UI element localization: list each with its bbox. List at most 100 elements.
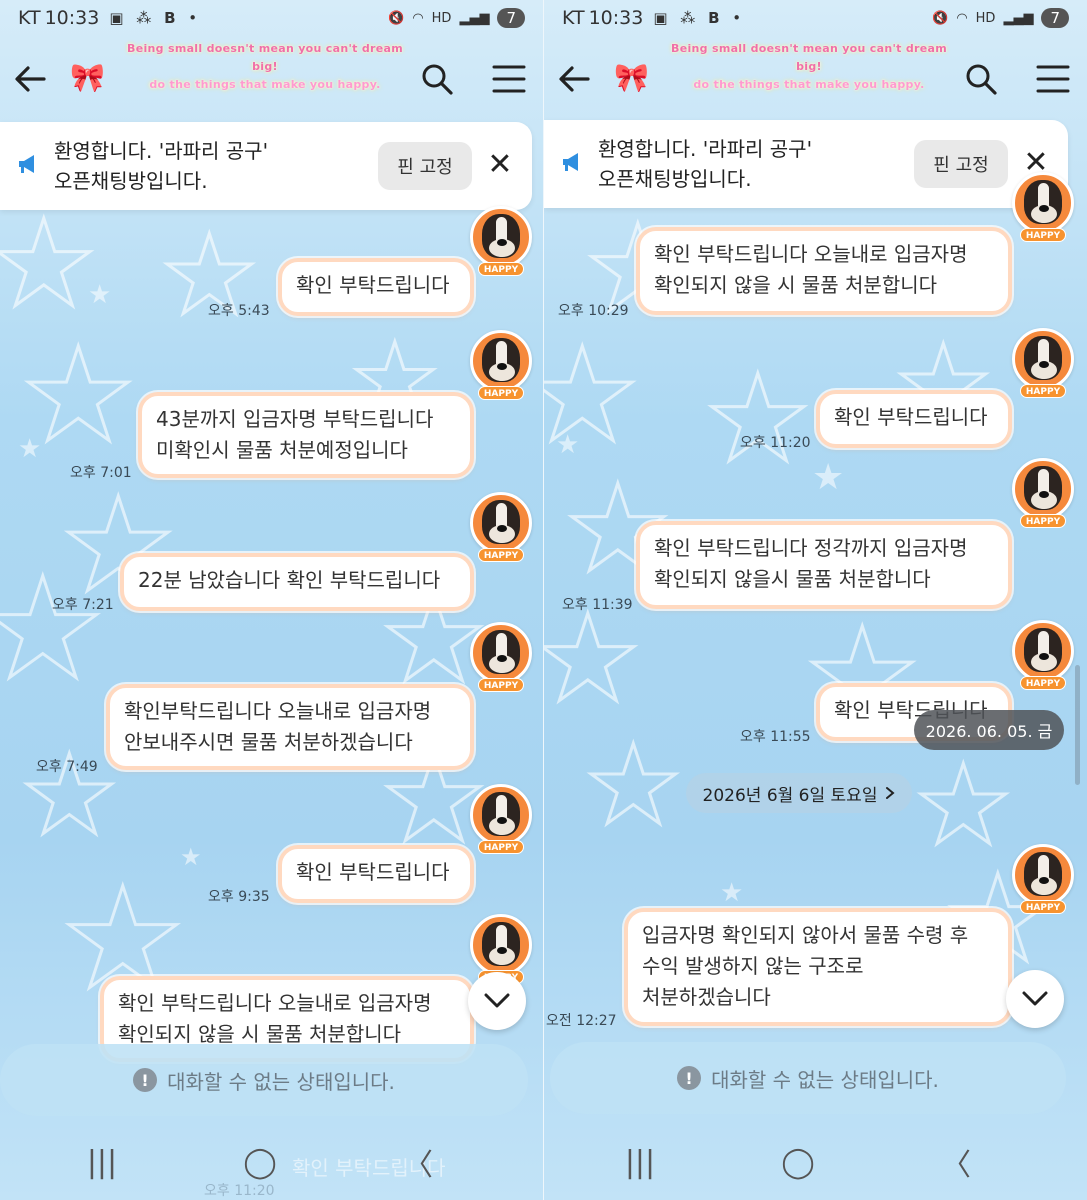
message-bubble[interactable]: 확인부탁드립니다 오늘내로 입금자명 안보내주시면 물품 처분하겠습니다 bbox=[106, 684, 474, 770]
background-star: ★ bbox=[0, 548, 107, 711]
notice-text: 환영합니다. '라파리 공구' 오픈채팅방입니다. bbox=[598, 134, 812, 194]
date-divider-text: 2026년 6월 6일 토요일 bbox=[702, 785, 878, 806]
message-line: 확인되지 않을 시 물품 처분합니다 bbox=[654, 273, 938, 297]
search-icon[interactable] bbox=[419, 61, 455, 97]
message-bubble[interactable]: 확인 부탁드립니다 bbox=[816, 390, 1012, 448]
message-bubble[interactable]: 확인 부탁드립니다 bbox=[278, 258, 474, 316]
home-button[interactable]: ◯ bbox=[238, 1142, 282, 1182]
carrier: KT bbox=[18, 7, 41, 29]
avatar-nose bbox=[497, 363, 507, 370]
scroll-to-bottom-button[interactable] bbox=[468, 972, 526, 1030]
status-bar: KT 10:33 ▣ ⁂ B • 🔇 ◠ HD ▂▄▆ 7 bbox=[18, 4, 525, 32]
pin-button[interactable]: 핀 고정 bbox=[378, 142, 472, 190]
battery-indicator: 7 bbox=[1041, 8, 1069, 28]
background-star: ★ bbox=[544, 319, 642, 471]
background-star: ★ bbox=[0, 195, 99, 334]
notice-line1: 환영합니다. '라파리 공구' bbox=[598, 137, 813, 161]
scroll-to-bottom-button[interactable] bbox=[1006, 970, 1064, 1028]
home-button[interactable]: ◯ bbox=[776, 1142, 820, 1182]
status-bar: KT 10:33 ▣ ⁂ B • 🔇 ◠ HD ▂▄▆ 7 bbox=[562, 4, 1069, 32]
bow-icon: 🎀 bbox=[614, 61, 649, 94]
recent-apps-button[interactable]: ||| bbox=[618, 1142, 662, 1182]
message-line: 확인 부탁드립니다 오늘내로 입금자명 bbox=[118, 991, 432, 1015]
carrier: KT bbox=[562, 7, 585, 29]
sender-avatar[interactable] bbox=[470, 492, 532, 554]
notification-icons: ▣ ⁂ B • bbox=[109, 9, 202, 27]
avatar-nose bbox=[497, 947, 507, 954]
sender-avatar[interactable] bbox=[470, 622, 532, 684]
background-star: ★ bbox=[88, 280, 112, 310]
back-arrow-icon[interactable] bbox=[10, 59, 50, 99]
message-bubble[interactable]: 22분 남았습니다 확인 부탁드립니다 bbox=[120, 553, 474, 611]
recent-apps-button[interactable]: ||| bbox=[80, 1142, 124, 1182]
chevron-down-icon bbox=[1022, 991, 1048, 1006]
notice-banner: 환영합니다. '라파리 공구' 오픈채팅방입니다. 핀 고정 ✕ bbox=[544, 120, 1068, 208]
top-bar: 🎀 bbox=[552, 55, 1075, 101]
avatar-tag: HAPPY bbox=[1020, 384, 1066, 398]
message-line: 22분 남았습니다 확인 부탁드립니다 bbox=[138, 568, 441, 592]
menu-icon[interactable] bbox=[1035, 63, 1071, 95]
info-icon: ! bbox=[677, 1066, 702, 1090]
chevron-right-icon bbox=[886, 787, 896, 799]
message-bubble[interactable]: 확인 부탁드립니다 정각까지 입금자명 확인되지 않을시 물품 처분합니다 bbox=[636, 521, 1012, 609]
message-bubble[interactable]: 입금자명 확인되지 않아서 물품 수령 후 수익 발생하지 않는 구조로 처분하겠습… bbox=[624, 908, 1012, 1026]
input-disabled-bar: ! 대화할 수 없는 상태입니다. bbox=[0, 1044, 528, 1116]
message-line: 처분하겠습니다 bbox=[642, 985, 771, 1009]
message-line: 확인 부탁드립니다 bbox=[834, 405, 988, 429]
wifi-icon: ◠ bbox=[412, 10, 424, 26]
avatar-tag: HAPPY bbox=[478, 678, 524, 692]
status-right: 🔇 ◠ HD ▂▄▆ 7 bbox=[932, 8, 1069, 28]
search-icon[interactable] bbox=[963, 61, 999, 97]
avatar-tag: HAPPY bbox=[1020, 900, 1066, 914]
sender-avatar[interactable] bbox=[1012, 844, 1074, 906]
avatar-tag: HAPPY bbox=[478, 548, 524, 562]
date-divider-chip[interactable]: 2026년 6월 6일 토요일 bbox=[686, 773, 912, 813]
avatar-tag: HAPPY bbox=[478, 262, 524, 276]
back-button[interactable]: 〈 bbox=[396, 1142, 440, 1183]
sender-avatar[interactable] bbox=[470, 784, 532, 846]
avatar-nose bbox=[497, 655, 507, 662]
scrollbar-thumb[interactable] bbox=[1075, 665, 1080, 785]
megaphone-icon bbox=[19, 155, 34, 173]
sender-avatar[interactable] bbox=[1012, 458, 1074, 520]
pin-button[interactable]: 핀 고정 bbox=[914, 140, 1008, 188]
close-icon[interactable]: ✕ bbox=[484, 147, 516, 182]
disabled-notice-text: 대화할 수 없는 상태입니다. bbox=[711, 1067, 939, 1092]
sender-avatar[interactable] bbox=[470, 330, 532, 392]
network-badge: HD bbox=[431, 10, 452, 26]
notice-banner: 환영합니다. '라파리 공구' 오픈채팅방입니다. 핀 고정 ✕ bbox=[0, 122, 532, 210]
system-nav-bar: ||| ◯ 〈 bbox=[544, 1120, 1087, 1200]
sender-avatar[interactable] bbox=[1012, 172, 1074, 234]
signal-icon: ▂▄▆ bbox=[1003, 10, 1034, 26]
sender-avatar[interactable] bbox=[470, 206, 532, 268]
notice-line2: 오픈채팅방입니다. bbox=[54, 169, 208, 193]
background-star: ★ bbox=[913, 741, 1015, 869]
message-bubble[interactable]: 확인 부탁드립니다 bbox=[278, 845, 474, 903]
message-line: 수익 발생하지 않는 구조로 bbox=[642, 954, 864, 978]
back-arrow-icon[interactable] bbox=[554, 59, 594, 99]
message-time: 오전 12:27 bbox=[546, 1013, 617, 1029]
message-bubble[interactable]: 43분까지 입금자명 부탁드립니다 미확인시 물품 처분예정입니다 bbox=[138, 392, 474, 478]
clock: 10:33 bbox=[44, 7, 100, 29]
avatar-nose bbox=[497, 239, 507, 246]
message-line: 확인 부탁드립니다 정각까지 입금자명 bbox=[654, 536, 968, 560]
clock: 10:33 bbox=[588, 7, 644, 29]
chevron-down-icon bbox=[484, 993, 510, 1008]
sender-avatar[interactable] bbox=[1012, 620, 1074, 682]
sender-avatar[interactable] bbox=[470, 914, 532, 976]
message-time: 오후 7:49 bbox=[36, 759, 98, 775]
background-star: ★ bbox=[583, 721, 685, 849]
wifi-icon: ◠ bbox=[956, 10, 968, 26]
menu-icon[interactable] bbox=[491, 63, 527, 95]
message-line: 확인 부탁드립니다 오늘내로 입금자명 bbox=[654, 242, 968, 266]
input-disabled-bar: ! 대화할 수 없는 상태입니다. bbox=[550, 1042, 1066, 1114]
disabled-notice-text: 대화할 수 없는 상태입니다. bbox=[167, 1069, 395, 1094]
back-button[interactable]: 〈 bbox=[934, 1142, 978, 1183]
avatar-nose bbox=[1039, 491, 1049, 498]
notice-text: 환영합니다. '라파리 공구' 오픈채팅방입니다. bbox=[54, 136, 268, 196]
message-time: 오후 5:43 bbox=[208, 303, 270, 319]
background-star: ★ bbox=[180, 843, 202, 871]
message-bubble[interactable]: 확인 부탁드립니다 오늘내로 입금자명확인되지 않을 시 물품 처분합니다 bbox=[636, 227, 1012, 315]
notification-icons: ▣ ⁂ B • bbox=[653, 9, 746, 27]
sender-avatar[interactable] bbox=[1012, 328, 1074, 390]
